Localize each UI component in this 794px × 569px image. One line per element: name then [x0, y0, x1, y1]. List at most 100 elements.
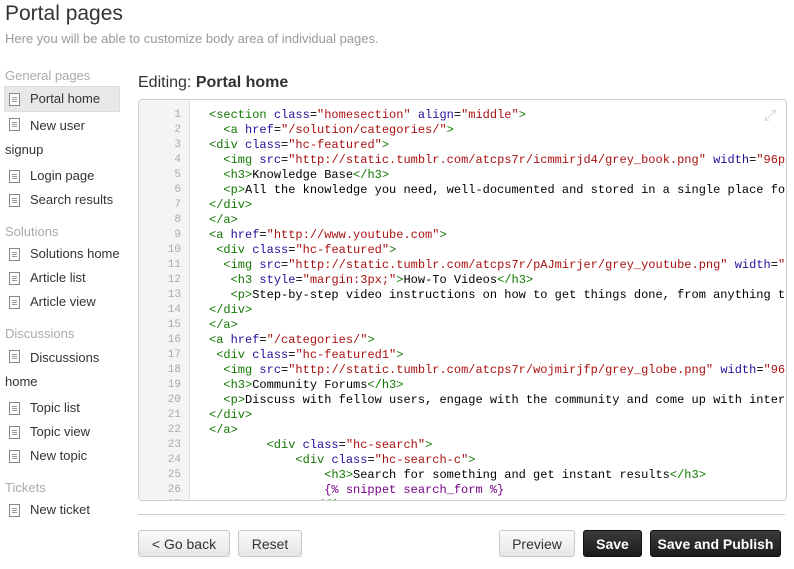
sidebar: General pages Portal home New user signup L…	[0, 66, 125, 522]
sidebar-item-label: Article list	[30, 270, 86, 285]
code-editor[interactable]: 1 <section class="homesection" align="mid…	[138, 99, 787, 501]
code-text: <img src="http://static.tumblr.com/atcps…	[223, 258, 786, 272]
code-line: 9 <a href="http://www.youtube.com">	[139, 228, 786, 243]
code-line: 11 <img src="http://static.tumblr.com/at…	[139, 258, 786, 273]
code-line: 23 <div class="hc-search">	[139, 438, 786, 453]
sidebar-item-topic-view[interactable]: Topic view	[0, 420, 125, 444]
sidebar-item-solutions-home[interactable]: Solutions home	[0, 242, 125, 266]
sidebar-item-login-page[interactable]: Login page	[0, 164, 125, 188]
code-line: 14 </div>	[139, 303, 786, 318]
line-number: 18	[167, 364, 181, 376]
page-icon	[9, 504, 20, 517]
code-text: <a href="http://www.youtube.com">	[209, 228, 447, 242]
code-text: <div class="hc-search">	[266, 438, 433, 452]
expand-icon[interactable]: ⤢	[762, 108, 778, 124]
sidebar-item-label: Search results	[30, 192, 114, 207]
sidebar-item-discussions-home[interactable]: Discussions home	[0, 344, 104, 396]
sidebar-item-article-list[interactable]: Article list	[0, 266, 125, 290]
save-button[interactable]: Save	[583, 530, 642, 557]
editing-page-name: Portal home	[195, 74, 289, 91]
code-line: 16 <a href="/categories/">	[139, 333, 786, 348]
code-line: 26 {% snippet search_form %}	[139, 483, 786, 498]
code-text: </div>	[209, 303, 253, 317]
page-icon	[9, 450, 20, 463]
code-line: 7 </div>	[139, 198, 786, 213]
code-text: <h3>Search for something and get instant…	[324, 468, 706, 482]
page-icon	[9, 170, 20, 183]
sidebar-item-label: Login page	[30, 168, 95, 183]
line-number: 27	[139, 498, 181, 500]
code-line: 8 </a>	[139, 213, 786, 228]
code-line: 10 <div class="hc-featured">	[139, 243, 786, 258]
reset-button[interactable]: Reset	[238, 530, 302, 557]
code-line: 15 </a>	[139, 318, 786, 333]
line-number: 8	[174, 214, 181, 226]
page-icon	[9, 194, 20, 207]
line-number: 24	[167, 454, 181, 466]
code-line: 24 <div class="hc-search-c">	[139, 453, 786, 468]
line-number: 3	[174, 139, 181, 151]
sidebar-item-topic-list[interactable]: Topic list	[0, 396, 125, 420]
line-number: 4	[174, 154, 181, 166]
sidebar-item-new-ticket[interactable]: New ticket	[0, 498, 125, 522]
code-line: 17 <div class="hc-featured1">	[139, 348, 786, 363]
code-line: 2 <a href="/solution/categories/">	[139, 123, 786, 138]
line-number: 19	[167, 379, 181, 391]
sidebar-section-heading: Solutions	[5, 224, 59, 239]
line-number: 15	[167, 319, 181, 331]
page-icon	[9, 402, 20, 415]
line-number: 20	[167, 394, 181, 406]
sidebar-item-label: Solutions home	[30, 246, 120, 261]
sidebar-item-label: Article view	[30, 294, 96, 309]
sidebar-item-article-view[interactable]: Article view	[0, 290, 125, 314]
preview-button[interactable]: Preview	[499, 530, 575, 557]
page-icon	[9, 93, 20, 106]
code-text: <a href="/solution/categories/">	[223, 123, 454, 137]
code-line: 22 </a>	[139, 423, 786, 438]
sidebar-item-search-results[interactable]: Search results	[0, 188, 125, 212]
editing-title: Editing: Portal home	[138, 74, 288, 92]
page-icon	[9, 272, 20, 285]
code-line: 1 <section class="homesection" align="mid…	[139, 108, 786, 123]
sidebar-item-new-topic[interactable]: New topic	[0, 444, 125, 468]
sidebar-item-portal-home[interactable]: Portal home	[4, 86, 120, 112]
code-line: 4 <img src="http://static.tumblr.com/atc…	[139, 153, 786, 168]
editing-prefix: Editing:	[138, 74, 192, 91]
code-text: <div class="hc-search-c">	[295, 453, 476, 467]
line-number: 21	[167, 409, 181, 421]
code-text: <img src="http://static.tumblr.com/atcps…	[223, 153, 786, 167]
code-text: </div>	[181, 498, 353, 500]
sidebar-item-label: Topic view	[30, 424, 90, 439]
save-and-publish-button[interactable]: Save and Publish	[650, 530, 781, 557]
code-line: 3 <div class="hc-featured">	[139, 138, 786, 153]
sidebar-item-new-user-signup[interactable]: New user signup	[0, 112, 104, 164]
sidebar-section-heading: General pages	[5, 68, 91, 83]
code-text: </a>	[209, 423, 238, 437]
code-text: <p>All the knowledge you need, well-docu…	[223, 183, 786, 197]
line-number: 22	[167, 424, 181, 436]
code-text: <img src="http://static.tumblr.com/atcps…	[223, 363, 786, 377]
sidebar-section-heading: Tickets	[5, 480, 46, 495]
line-number: 2	[174, 124, 181, 136]
code-line: 6 <p>All the knowledge you need, well-do…	[139, 183, 786, 198]
sidebar-section-heading: Discussions	[5, 326, 75, 341]
page-icon	[9, 248, 20, 261]
code-line: 25 <h3>Search for something and get inst…	[139, 468, 786, 483]
code-text: <div class="hc-featured">	[216, 243, 397, 257]
code-content[interactable]: 1 <section class="homesection" align="mid…	[139, 108, 786, 500]
code-text: <div class="hc-featured1">	[216, 348, 404, 362]
line-number: 13	[167, 289, 181, 301]
code-line: 18 <img src="http://static.tumblr.com/at…	[139, 363, 786, 378]
code-text: </a>	[209, 318, 238, 332]
line-number: 25	[167, 469, 181, 481]
code-text: <p>Step-by-step video instructions on ho…	[230, 288, 786, 302]
code-line: 27 </div>	[139, 498, 786, 500]
code-text: </div>	[209, 408, 253, 422]
sidebar-item-label: New topic	[30, 448, 88, 463]
sidebar-item-label: Topic list	[30, 400, 80, 415]
line-number: 12	[167, 274, 181, 286]
line-number: 14	[167, 304, 181, 316]
page-subtitle: Here you will be able to customize body …	[5, 31, 379, 46]
code-text: <div class="hc-featured">	[209, 138, 390, 152]
go-back-button[interactable]: < Go back	[138, 530, 230, 557]
